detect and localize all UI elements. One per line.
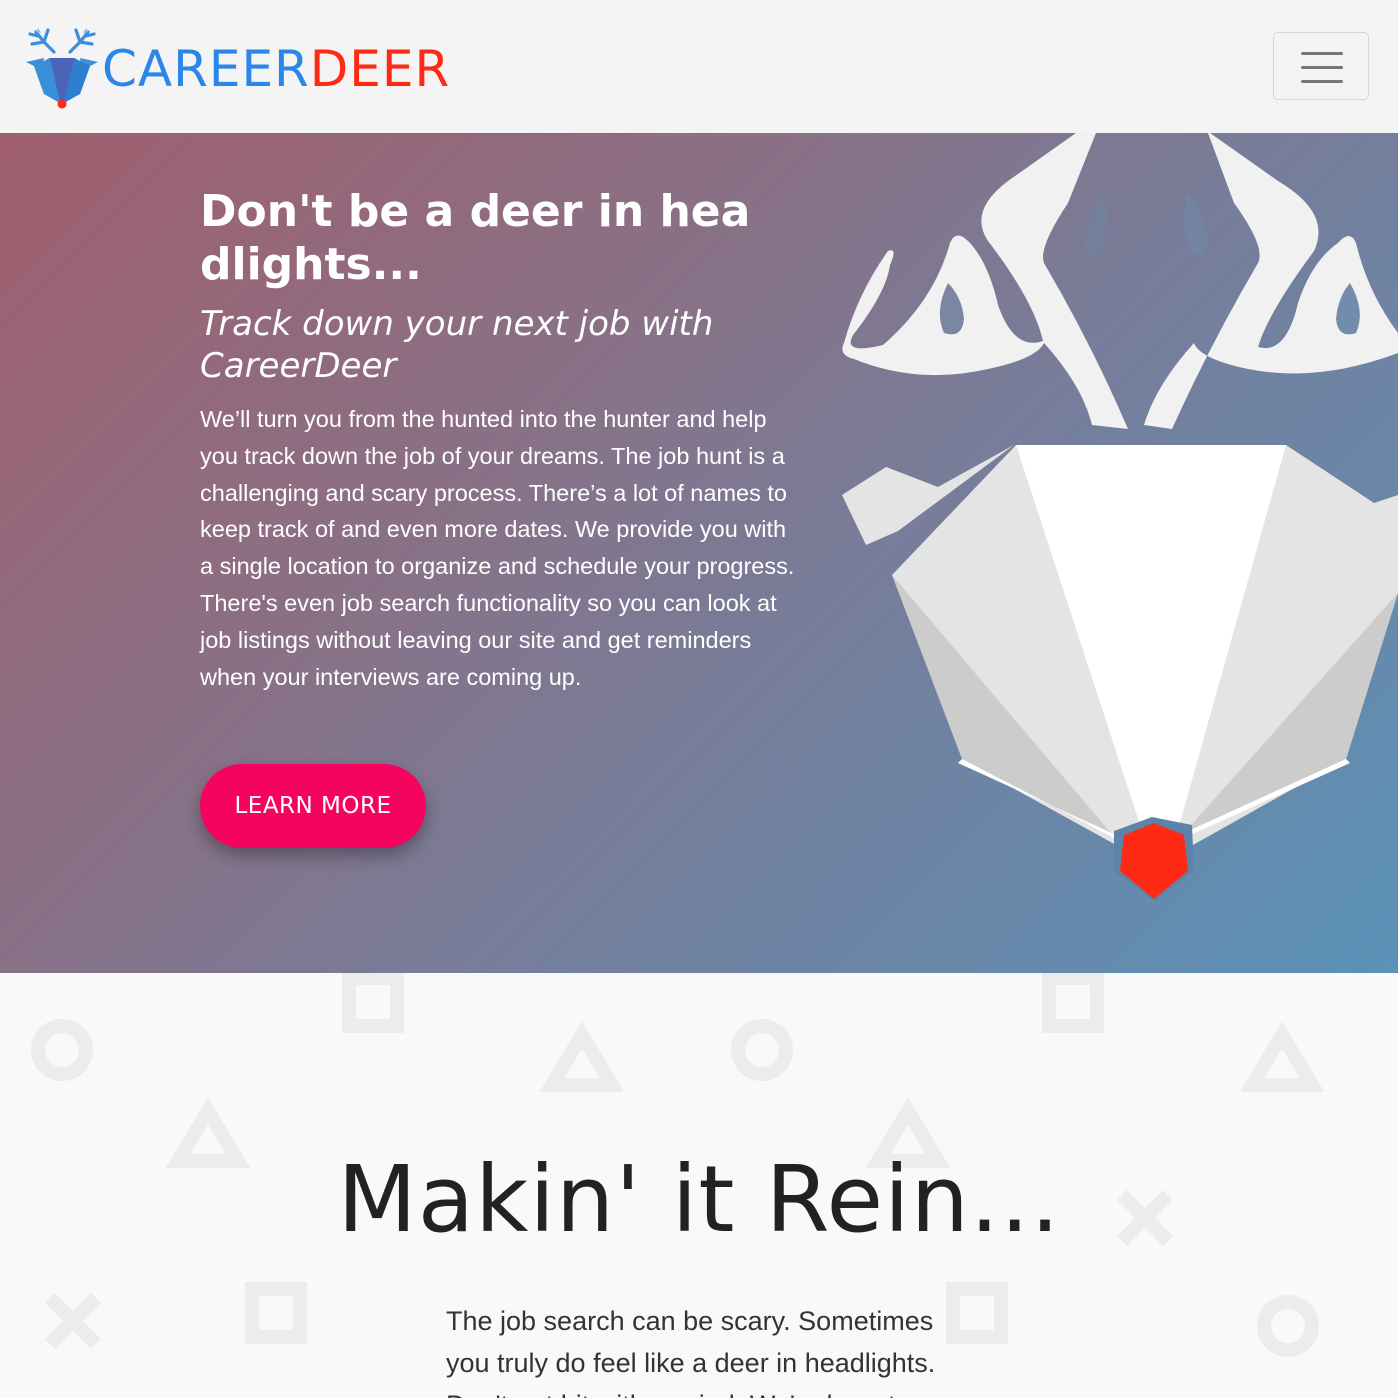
hero-subtitle: Track down your next job with CareerDeer — [200, 304, 714, 386]
hamburger-menu-button[interactable] — [1273, 32, 1369, 100]
learn-more-button[interactable]: LEARN MORE — [200, 764, 426, 848]
intro-section: Makin' it Rein... The job search can be … — [0, 973, 1398, 1398]
section-title: Makin' it Rein... — [337, 1146, 1061, 1253]
hero-description: We’ll turn you from the hunted into the … — [200, 406, 795, 690]
deer-head-logo-icon — [26, 28, 98, 109]
deer-head-illustration — [842, 133, 1398, 901]
navbar: CAREERDEER — [0, 0, 1398, 133]
brand-wordmark: CAREERDEER — [102, 44, 450, 94]
hero-section: Don't be a deer in headlights... Track d… — [0, 133, 1398, 973]
hero-content: Don't be a deer in headlights... Track d… — [200, 185, 795, 695]
brand-text-career: CAREER — [102, 40, 310, 98]
brand-link[interactable]: CAREERDEER — [24, 22, 450, 112]
hero-title: Don't be a deer in headlights... — [200, 186, 751, 290]
section-description: The job search can be scary. Sometimes y… — [446, 1306, 936, 1398]
brand-text-deer: DEER — [309, 40, 451, 98]
